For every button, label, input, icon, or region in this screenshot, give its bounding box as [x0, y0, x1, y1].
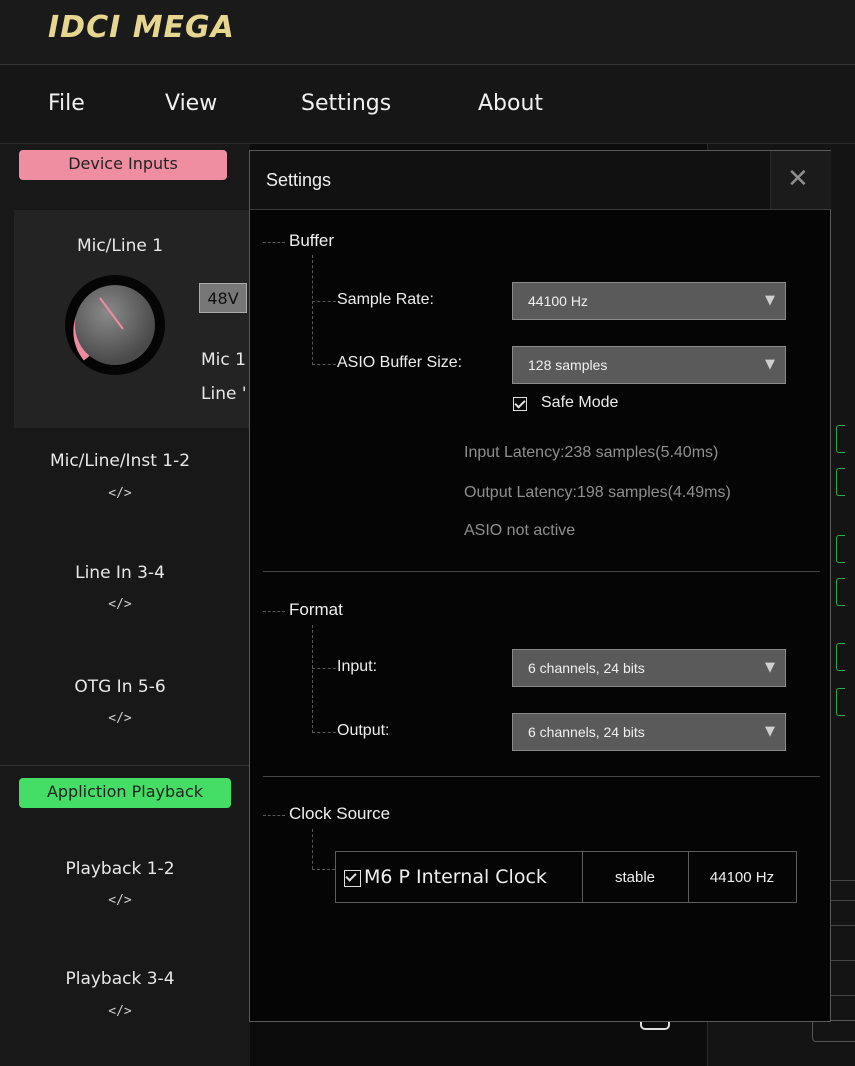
input-format-value: 6 channels, 24 bits [528, 660, 645, 676]
channel-name: Mic/Line/Inst 1-2 [49, 451, 191, 471]
tree-connector [312, 625, 313, 733]
input-latency-text: Input Latency:238 samples(5.40ms) [464, 444, 719, 461]
tree-connector [263, 242, 285, 243]
level-meter [836, 535, 845, 563]
menu-settings[interactable]: Settings [301, 91, 391, 116]
knob-pointer [99, 297, 124, 330]
dialog-title: Settings [266, 170, 332, 190]
safe-mode-checkbox[interactable] [513, 397, 527, 411]
app-logo: IDCI MEGA [48, 10, 235, 45]
asio-buffer-size-dropdown[interactable]: 128 samples ▼ [512, 346, 786, 384]
channel-code-icon[interactable]: </> [10, 711, 230, 726]
buffer-heading: Buffer [289, 231, 335, 250]
section-separator [263, 571, 820, 572]
chevron-down-icon: ▼ [765, 293, 775, 308]
menu-bar [0, 65, 855, 144]
asio-buffer-size-value: 128 samples [528, 357, 608, 373]
clock-source-name[interactable]: M6 P Internal Clock [364, 866, 547, 888]
output-format-dropdown[interactable]: 6 channels, 24 bits ▼ [512, 713, 786, 751]
mic-line-1-label: Mic/Line 1 [76, 236, 164, 256]
tree-connector [312, 869, 335, 870]
menu-about[interactable]: About [478, 91, 543, 116]
tree-connector [312, 301, 336, 302]
mic-mode-label[interactable]: Mic 1 [201, 350, 246, 370]
input-format-label: Input: [337, 658, 378, 675]
level-meter [836, 468, 845, 496]
input-format-dropdown[interactable]: 6 channels, 24 bits ▼ [512, 649, 786, 687]
dialog-header [250, 151, 830, 210]
panel-divider [0, 765, 250, 766]
chevron-down-icon: ▼ [765, 357, 775, 372]
clock-source-checkbox[interactable] [344, 870, 361, 887]
tree-connector [263, 815, 285, 816]
section-separator [263, 776, 820, 777]
safe-mode-label[interactable]: Safe Mode [541, 394, 618, 412]
sample-rate-value: 44100 Hz [528, 293, 588, 309]
tree-connector [312, 829, 313, 869]
line-mode-label[interactable]: Line ' [201, 384, 247, 404]
sample-rate-dropdown[interactable]: 44100 Hz ▼ [512, 282, 786, 320]
chevron-down-icon: ▼ [765, 660, 775, 675]
asio-buffer-size-label: ASIO Buffer Size: [337, 354, 463, 371]
playback-name: Playback 1-2 [65, 859, 175, 879]
playback-code-icon[interactable]: </> [10, 893, 230, 908]
channel-code-icon[interactable]: </> [10, 597, 230, 612]
application-playback-tag: Appliction Playback [19, 778, 231, 808]
playback-name: Playback 3-4 [65, 969, 175, 989]
tree-connector [312, 255, 313, 365]
menu-file[interactable]: File [48, 91, 85, 116]
channel-name: OTG In 5-6 [74, 677, 166, 697]
asio-status-text: ASIO not active [464, 522, 576, 539]
level-meter [836, 688, 845, 716]
level-meter [836, 643, 845, 671]
chevron-down-icon: ▼ [765, 724, 775, 739]
close-icon[interactable]: ✕ [787, 164, 809, 194]
sample-rate-label: Sample Rate: [337, 291, 434, 308]
clock-rate: 44100 Hz [709, 869, 775, 886]
tree-connector [263, 611, 285, 612]
clock-source-heading: Clock Source [289, 804, 391, 823]
output-latency-text: Output Latency:198 samples(4.49ms) [464, 484, 731, 501]
menu-view[interactable]: View [165, 91, 217, 116]
clock-status: stable [614, 869, 656, 886]
tree-connector [312, 732, 336, 733]
playback-code-icon[interactable]: </> [10, 1004, 230, 1019]
mixer-slot [812, 1020, 855, 1042]
format-heading: Format [289, 600, 343, 619]
output-format-value: 6 channels, 24 bits [528, 724, 645, 740]
level-meter [836, 578, 845, 606]
phantom-power-48v-button[interactable]: 48V [199, 283, 247, 313]
channel-name: Line In 3-4 [75, 563, 165, 583]
tree-connector [312, 668, 336, 669]
channel-code-icon[interactable]: </> [10, 486, 230, 501]
level-meter [836, 425, 845, 453]
device-inputs-tag: Device Inputs [19, 150, 227, 180]
output-format-label: Output: [337, 722, 390, 739]
tree-connector [312, 364, 336, 365]
